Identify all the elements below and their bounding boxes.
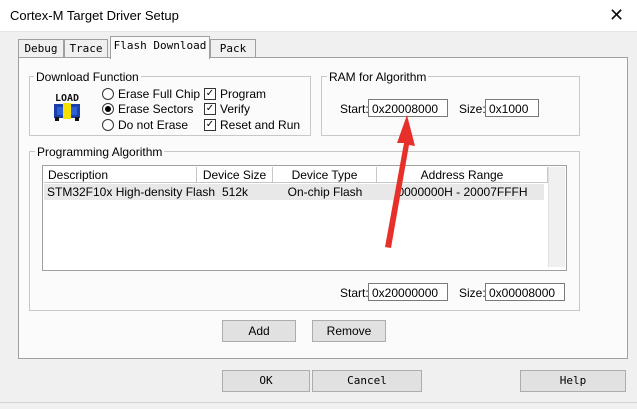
ok-button[interactable]: OK: [222, 370, 310, 392]
column-header-device-size[interactable]: Device Size: [197, 167, 273, 183]
tab-pack[interactable]: Pack: [210, 39, 256, 58]
checkbox-reset-and-run-label: Reset and Run: [220, 118, 301, 132]
ram-start-label: Start:: [340, 102, 369, 116]
checkbox-verify-label: Verify: [220, 102, 251, 116]
checkbox-program-mark[interactable]: ✓: [204, 88, 216, 100]
ram-size-label: Size:: [459, 102, 486, 116]
svg-text:LOAD: LOAD: [55, 93, 79, 104]
ram-for-algorithm-legend: RAM for Algorithm: [327, 70, 429, 84]
algorithm-list[interactable]: Description Device Size Device Type Addr…: [42, 165, 567, 271]
radio-erase-full-chip-label: Erase Full Chip: [118, 87, 201, 101]
annotation-arrow-icon: [385, 115, 415, 248]
radio-do-not-erase-label: Do not Erase: [118, 118, 189, 132]
algorithm-size-label: Size:: [459, 286, 486, 300]
radio-erase-full-chip-control[interactable]: [102, 88, 114, 100]
column-header-device-type[interactable]: Device Type: [273, 167, 377, 183]
list-scrollbar[interactable]: [548, 167, 565, 267]
add-button[interactable]: Add: [222, 320, 296, 342]
row-device-type: On-chip Flash: [287, 185, 363, 199]
radio-erase-sectors-label: Erase Sectors: [118, 102, 194, 116]
download-function-legend: Download Function: [34, 70, 141, 84]
window-title: Cortex-M Target Driver Setup: [10, 8, 179, 23]
cancel-button[interactable]: Cancel: [312, 370, 422, 392]
help-button[interactable]: Help: [520, 370, 626, 392]
ram-size-input[interactable]: 0x1000: [485, 99, 539, 117]
checkbox-program-label: Program: [220, 87, 267, 101]
row-device-size: 512k: [221, 185, 249, 199]
load-icon: LOAD: [51, 90, 83, 122]
column-header-description[interactable]: Description: [44, 167, 197, 183]
remove-button[interactable]: Remove: [312, 320, 386, 342]
table-row[interactable]: STM32F10x High-density Flash 512k On-chi…: [44, 184, 544, 200]
checkbox-verify-mark[interactable]: ✓: [204, 103, 216, 115]
checkbox-reset-and-run-mark[interactable]: ✓: [204, 119, 216, 131]
radio-erase-sectors-control[interactable]: [102, 103, 114, 115]
title-bar: Cortex-M Target Driver Setup ✕: [0, 0, 637, 32]
algorithm-size-input[interactable]: 0x00008000: [485, 283, 565, 301]
tab-flash-download[interactable]: Flash Download: [110, 36, 210, 59]
programming-algorithm-legend: Programming Algorithm: [35, 145, 165, 159]
algorithm-start-input[interactable]: 0x20000000: [368, 283, 448, 301]
tab-trace[interactable]: Trace: [64, 39, 108, 58]
tab-debug[interactable]: Debug: [18, 39, 64, 58]
row-description: STM32F10x High-density Flash: [47, 185, 216, 199]
close-icon[interactable]: ✕: [596, 0, 637, 31]
radio-do-not-erase-control[interactable]: [102, 119, 114, 131]
algorithm-start-label: Start:: [340, 286, 369, 300]
